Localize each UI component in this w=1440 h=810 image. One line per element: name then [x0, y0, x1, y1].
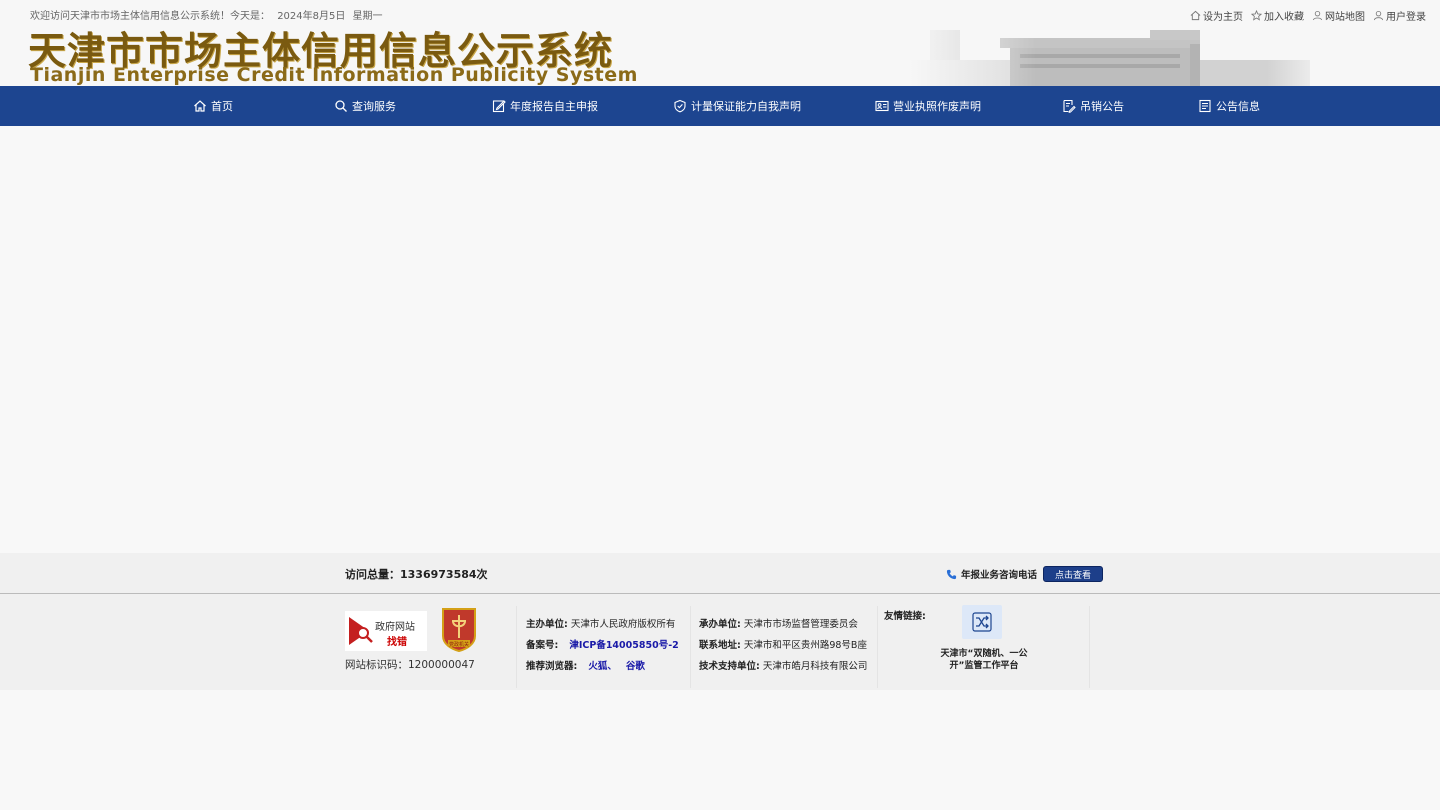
footer-divider — [690, 606, 691, 688]
tech-support-info: 技术支持单位: 天津市皓月科技有限公司 — [699, 658, 867, 672]
nav-item-home[interactable]: 首页 — [193, 86, 233, 126]
host-value: 天津市人民政府版权所有 — [570, 619, 676, 630]
gov-error-report-badge[interactable]: 政府网站 找错 — [345, 611, 427, 651]
document-edit-icon — [1063, 99, 1076, 113]
building-illustration — [910, 20, 1330, 86]
home-icon — [194, 100, 206, 112]
site-title-en: Tianjin Enterprise Credit Information Pu… — [30, 64, 638, 86]
nav-item-label: 吊销公告 — [1080, 100, 1124, 113]
document-list-icon — [1199, 99, 1211, 113]
nav-item-revocation-notice[interactable]: 吊销公告 — [1062, 86, 1124, 126]
nav-item-metrology-declaration[interactable]: 计量保证能力自我声明 — [673, 86, 801, 126]
id-card-icon — [875, 100, 889, 112]
phone-icon — [946, 569, 957, 579]
browser-info: 推荐浏览器: 火狐、 谷歌 — [526, 658, 645, 672]
host-label: 主办单位: — [526, 619, 568, 630]
nav-item-label: 营业执照作废声明 — [893, 100, 981, 113]
browser-label: 推荐浏览器: — [526, 661, 578, 672]
organizer-value: 天津市市场监督管理委员会 — [743, 619, 858, 630]
footer-divider — [877, 606, 878, 688]
hotline-label: 年报业务咨询电话 — [961, 570, 1038, 581]
magnifier-logo-icon — [349, 617, 373, 645]
hotline: 年报业务咨询电话 点击查看 — [946, 566, 1104, 582]
shield-check-icon — [674, 99, 686, 113]
site-code: 网站标识码：1200000047 — [345, 657, 475, 672]
view-hotline-button[interactable]: 点击查看 — [1043, 566, 1104, 582]
tech-value: 天津市皓月科技有限公司 — [762, 661, 868, 672]
party-emblem-icon: 党政机关 — [442, 608, 476, 653]
site-header: 欢迎访问天津市市场主体信用信息公示系统！今天是： 2024年8月5日 星期一 设… — [0, 0, 1440, 86]
tech-label: 技术支持单位: — [699, 661, 760, 672]
record-info: 备案号: 津ICP备14005850号-2 — [526, 637, 679, 651]
google-link[interactable]: 谷歌 — [626, 661, 645, 672]
nav-item-announcements[interactable]: 公告信息 — [1198, 86, 1260, 126]
footer-divider — [1089, 606, 1090, 688]
visits-label: 访问总量： — [345, 568, 400, 581]
user-login-label: 用户登录 — [1386, 12, 1426, 23]
party-badge-text: 党政机关 — [449, 641, 469, 648]
organizer-info: 承办单位: 天津市市场监督管理委员会 — [699, 616, 858, 630]
visit-counter: 访问总量：1336973584次 — [345, 566, 488, 582]
site-code-value: 1200000047 — [408, 659, 475, 671]
address-value: 天津市和平区贵州路98号B座 — [743, 640, 867, 651]
nav-item-label: 计量保证能力自我声明 — [691, 100, 801, 113]
nav-item-annual-report[interactable]: 年度报告自主申报 — [492, 86, 598, 126]
footer-divider — [516, 606, 517, 688]
site-code-label: 网站标识码： — [345, 659, 408, 671]
nav-item-query[interactable]: 查询服务 — [334, 86, 396, 126]
address-label: 联系地址: — [699, 640, 741, 651]
nav-item-label: 公告信息 — [1216, 100, 1260, 113]
nav-item-label: 年度报告自主申报 — [510, 100, 598, 113]
stats-bar: 访问总量：1336973584次 年报业务咨询电话 点击查看 — [0, 553, 1440, 594]
nav-item-license-void[interactable]: 营业执照作废声明 — [875, 86, 981, 126]
record-label: 备案号: — [526, 640, 559, 651]
gov-badge-line2: 找错 — [387, 637, 407, 648]
firefox-link[interactable]: 火狐、 — [588, 661, 617, 672]
gov-badge-line1: 政府网站 — [375, 622, 415, 633]
shuffle-icon — [972, 612, 992, 632]
random-inspection-link-icon[interactable] — [962, 605, 1002, 639]
address-info: 联系地址: 天津市和平区贵州路98号B座 — [699, 637, 867, 651]
main-nav: 首页 查询服务 年度报告自主申报 计量保证能力自我声明 营业执照作废声明 吊销公… — [0, 86, 1440, 126]
random-inspection-link[interactable]: 天津市“双随机、一公开”监管工作平台 — [934, 648, 1034, 672]
search-icon — [335, 100, 347, 112]
organizer-label: 承办单位: — [699, 619, 741, 630]
friend-links-label: 友情链接: — [884, 611, 926, 622]
edit-icon — [492, 100, 506, 113]
visits-value: 1336973584次 — [400, 568, 488, 581]
user-icon — [1373, 10, 1384, 21]
site-footer: 政府网站 找错 党政机关 网站标识码：1200000047 主办单位: 天津市人… — [0, 594, 1440, 690]
site-map-label: 网站地图 — [1325, 12, 1365, 23]
nav-item-label: 首页 — [211, 100, 233, 113]
nav-item-label: 查询服务 — [352, 100, 396, 113]
host-info: 主办单位: 天津市人民政府版权所有 — [526, 616, 675, 630]
icp-record-link[interactable]: 津ICP备14005850号-2 — [569, 640, 678, 651]
party-gov-badge[interactable]: 党政机关 — [440, 606, 478, 653]
user-login-link[interactable]: 用户登录 — [1373, 8, 1426, 23]
